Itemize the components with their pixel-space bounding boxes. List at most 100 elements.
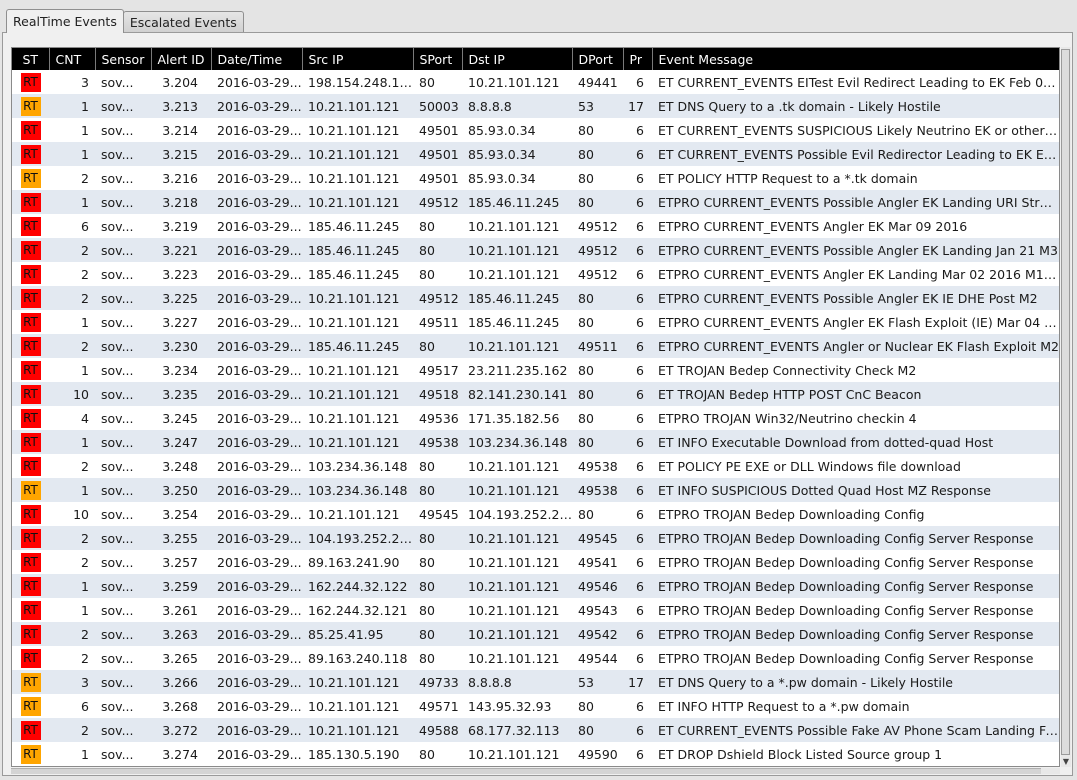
column-header-src-ip[interactable]: Src IP	[302, 48, 414, 70]
status-cell[interactable]: RT	[12, 406, 49, 430]
vertical-scrollbar-thumb[interactable]	[1061, 49, 1070, 755]
column-header-sensor[interactable]: Sensor	[95, 48, 152, 70]
status-cell[interactable]: RT	[12, 118, 49, 142]
event-row[interactable]: RT 2 sov... 3.248 2016-03-29... 103.234.36.14…	[12, 454, 1059, 478]
event-row[interactable]: RT 2 sov... 3.272 2016-03-29... 10.21.101.121…	[12, 718, 1059, 742]
column-header-alert-id[interactable]: Alert ID	[151, 48, 212, 70]
event-row[interactable]: RT 6 sov... 3.268 2016-03-29... 10.21.101.121…	[12, 694, 1059, 718]
status-badge[interactable]: RT	[20, 504, 41, 524]
status-badge[interactable]: RT	[20, 72, 41, 92]
column-header-date-time[interactable]: Date/Time	[211, 48, 303, 70]
event-row[interactable]: RT 1 sov... 3.259 2016-03-29... 162.244.32.12…	[12, 574, 1059, 598]
status-badge[interactable]: RT	[20, 384, 41, 404]
event-row[interactable]: RT 1 sov... 3.213 2016-03-29... 10.21.101.121…	[12, 94, 1059, 118]
status-badge[interactable]: RT	[20, 576, 41, 596]
event-row[interactable]: RT 6 sov... 3.219 2016-03-29... 185.46.11.245…	[12, 214, 1059, 238]
status-cell[interactable]: RT	[12, 382, 49, 406]
event-row[interactable]: RT 2 sov... 3.216 2016-03-29... 10.21.101.121…	[12, 166, 1059, 190]
horizontal-scrollbar-thumb[interactable]	[11, 768, 1041, 774]
event-row[interactable]: RT 4 sov... 3.245 2016-03-29... 10.21.101.121…	[12, 406, 1059, 430]
event-row[interactable]: RT 3 sov... 3.266 2016-03-29... 10.21.101.121…	[12, 670, 1059, 694]
status-badge[interactable]: RT	[20, 552, 41, 572]
event-row[interactable]: RT 2 sov... 3.225 2016-03-29... 10.21.101.121…	[12, 286, 1059, 310]
status-badge[interactable]: RT	[20, 600, 41, 620]
column-header-event-message[interactable]: Event Message	[652, 48, 1059, 70]
status-cell[interactable]: RT	[12, 550, 49, 574]
status-cell[interactable]: RT	[12, 166, 49, 190]
column-header-dst-ip[interactable]: Dst IP	[462, 48, 573, 70]
event-row[interactable]: RT 1 sov... 3.234 2016-03-29... 10.21.101.121…	[12, 358, 1059, 382]
status-cell[interactable]: RT	[12, 262, 49, 286]
status-badge[interactable]: RT	[20, 696, 41, 716]
status-cell[interactable]: RT	[12, 190, 49, 214]
status-badge[interactable]: RT	[20, 264, 41, 284]
status-badge[interactable]: RT	[20, 240, 41, 260]
status-cell[interactable]: RT	[12, 70, 49, 94]
horizontal-scrollbar[interactable]	[11, 768, 1060, 774]
status-cell[interactable]: RT	[12, 670, 49, 694]
event-row[interactable]: RT 1 sov... 3.215 2016-03-29... 10.21.101.121…	[12, 142, 1059, 166]
status-badge[interactable]: RT	[20, 528, 41, 548]
status-cell[interactable]: RT	[12, 694, 49, 718]
event-row[interactable]: RT 3 sov... 3.204 2016-03-29... 198.154.248.1…	[12, 70, 1059, 94]
status-badge[interactable]: RT	[20, 192, 41, 212]
event-row[interactable]: RT 10 sov... 3.254 2016-03-29... 10.21.101.12…	[12, 502, 1059, 526]
status-cell[interactable]: RT	[12, 478, 49, 502]
tab-realtime-events[interactable]: RealTime Events	[6, 9, 124, 33]
status-badge[interactable]: RT	[20, 480, 41, 500]
status-cell[interactable]: RT	[12, 646, 49, 670]
event-row[interactable]: RT 2 sov... 3.263 2016-03-29... 85.25.41.95 80…	[12, 622, 1059, 646]
event-row[interactable]: RT 2 sov... 3.223 2016-03-29... 185.46.11.245…	[12, 262, 1059, 286]
status-cell[interactable]: RT	[12, 598, 49, 622]
status-cell[interactable]: RT	[12, 622, 49, 646]
event-row[interactable]: RT 10 sov... 3.235 2016-03-29... 10.21.101.12…	[12, 382, 1059, 406]
event-row[interactable]: RT 1 sov... 3.214 2016-03-29... 10.21.101.121…	[12, 118, 1059, 142]
column-header-pr[interactable]: Pr	[623, 48, 653, 70]
column-header-sport[interactable]: SPort	[413, 48, 463, 70]
status-cell[interactable]: RT	[12, 430, 49, 454]
status-badge[interactable]: RT	[20, 408, 41, 428]
status-cell[interactable]: RT	[12, 502, 49, 526]
status-cell[interactable]: RT	[12, 574, 49, 598]
status-badge[interactable]: RT	[20, 648, 41, 668]
event-row[interactable]: RT 1 sov... 3.261 2016-03-29... 162.244.32.12…	[12, 598, 1059, 622]
event-row[interactable]: RT 1 sov... 3.274 2016-03-29... 185.130.5.190…	[12, 742, 1059, 766]
status-cell[interactable]: RT	[12, 526, 49, 550]
event-row[interactable]: RT 2 sov... 3.230 2016-03-29... 185.46.11.245…	[12, 334, 1059, 358]
status-badge[interactable]: RT	[20, 744, 41, 764]
status-badge[interactable]: RT	[20, 168, 41, 188]
status-cell[interactable]: RT	[12, 310, 49, 334]
status-cell[interactable]: RT	[12, 142, 49, 166]
status-badge[interactable]: RT	[20, 120, 41, 140]
event-row[interactable]: RT 2 sov... 3.265 2016-03-29... 89.163.240.11…	[12, 646, 1059, 670]
event-row[interactable]: RT 1 sov... 3.250 2016-03-29... 103.234.36.14…	[12, 478, 1059, 502]
column-header-st[interactable]: ST	[12, 48, 50, 70]
status-cell[interactable]: RT	[12, 214, 49, 238]
status-badge[interactable]: RT	[20, 336, 41, 356]
status-badge[interactable]: RT	[20, 720, 41, 740]
event-row[interactable]: RT 1 sov... 3.218 2016-03-29... 10.21.101.121…	[12, 190, 1059, 214]
status-cell[interactable]: RT	[12, 742, 49, 766]
status-cell[interactable]: RT	[12, 358, 49, 382]
column-header-dport[interactable]: DPort	[572, 48, 624, 70]
status-badge[interactable]: RT	[20, 216, 41, 236]
event-row[interactable]: RT 2 sov... 3.221 2016-03-29... 185.46.11.245…	[12, 238, 1059, 262]
status-badge[interactable]: RT	[20, 96, 41, 116]
status-badge[interactable]: RT	[20, 312, 41, 332]
scroll-down-arrow-icon[interactable]: ▼	[1061, 757, 1071, 767]
status-cell[interactable]: RT	[12, 94, 49, 118]
status-cell[interactable]: RT	[12, 286, 49, 310]
status-cell[interactable]: RT	[12, 718, 49, 742]
status-badge[interactable]: RT	[20, 624, 41, 644]
status-badge[interactable]: RT	[20, 144, 41, 164]
event-row[interactable]: RT 2 sov... 3.257 2016-03-29... 89.163.241.90…	[12, 550, 1059, 574]
vertical-scrollbar[interactable]: ▼	[1061, 47, 1071, 767]
status-badge[interactable]: RT	[20, 456, 41, 476]
column-header-cnt[interactable]: CNT	[49, 48, 96, 70]
status-cell[interactable]: RT	[12, 238, 49, 262]
status-badge[interactable]: RT	[20, 360, 41, 380]
status-badge[interactable]: RT	[20, 432, 41, 452]
status-cell[interactable]: RT	[12, 454, 49, 478]
status-cell[interactable]: RT	[12, 334, 49, 358]
event-row[interactable]: RT 1 sov... 3.247 2016-03-29... 10.21.101.121…	[12, 430, 1059, 454]
